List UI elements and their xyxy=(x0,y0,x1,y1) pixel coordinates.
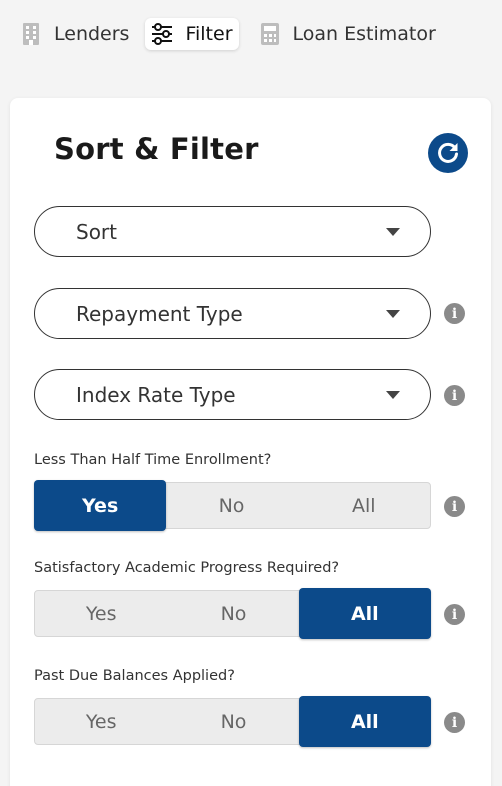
option-all[interactable]: All xyxy=(298,588,431,639)
info-icon[interactable]: i xyxy=(444,385,465,406)
caret-down-icon xyxy=(386,228,400,236)
info-icon[interactable]: i xyxy=(444,496,465,517)
tab-loan-estimator-label: Loan Estimator xyxy=(292,23,436,45)
refresh-button[interactable] xyxy=(428,133,468,173)
sort-dropdown[interactable]: Sort xyxy=(34,206,431,257)
option-yes[interactable]: Yes xyxy=(35,591,167,636)
option-yes[interactable]: Yes xyxy=(34,480,167,531)
option-all[interactable]: All xyxy=(298,696,431,747)
sliders-icon xyxy=(149,21,175,47)
past-due-balances-toggle: Yes No All xyxy=(34,696,431,747)
caret-down-icon xyxy=(386,310,400,318)
repayment-type-label: Repayment Type xyxy=(76,301,243,326)
building-icon xyxy=(18,21,44,47)
top-tabs: Lenders Filter Loan Estimator xyxy=(18,14,502,54)
index-rate-type-label: Index Rate Type xyxy=(76,382,236,407)
question-label: Less Than Half Time Enrollment? xyxy=(34,452,272,468)
tab-lenders[interactable]: Lenders xyxy=(18,18,135,50)
academic-progress-toggle: Yes No All xyxy=(34,588,431,639)
tab-lenders-label: Lenders xyxy=(54,23,130,45)
half-time-enrollment-toggle: Yes No All xyxy=(34,480,431,531)
info-icon[interactable]: i xyxy=(444,604,465,625)
sort-dropdown-label: Sort xyxy=(76,219,117,244)
repayment-type-dropdown[interactable]: Repayment Type xyxy=(34,288,431,339)
tab-filter-label: Filter xyxy=(185,23,233,45)
calculator-icon xyxy=(257,21,283,47)
index-rate-type-dropdown[interactable]: Index Rate Type xyxy=(34,369,431,420)
question-label: Past Due Balances Applied? xyxy=(34,668,235,684)
option-all[interactable]: All xyxy=(298,483,430,528)
question-label: Satisfactory Academic Progress Required? xyxy=(34,560,340,576)
refresh-icon xyxy=(438,142,458,163)
option-no[interactable]: No xyxy=(165,483,297,528)
panel-title: Sort & Filter xyxy=(54,132,259,166)
info-icon[interactable]: i xyxy=(444,712,465,733)
option-no[interactable]: No xyxy=(167,591,299,636)
option-no[interactable]: No xyxy=(167,699,299,744)
sort-filter-panel: Sort & Filter Sort Repayment Type i Inde… xyxy=(10,98,491,786)
tab-loan-estimator[interactable]: Loan Estimator xyxy=(251,18,442,50)
option-yes[interactable]: Yes xyxy=(35,699,167,744)
caret-down-icon xyxy=(386,391,400,399)
tab-filter[interactable]: Filter xyxy=(145,18,239,50)
info-icon[interactable]: i xyxy=(444,303,465,324)
